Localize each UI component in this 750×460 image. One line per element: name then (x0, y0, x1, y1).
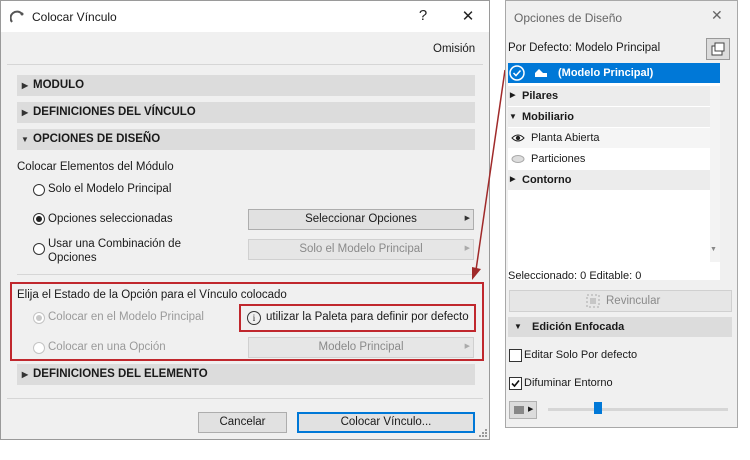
fade-swatch-icon (514, 406, 524, 414)
tree-row-label: Contorno (522, 174, 572, 186)
tree-row-label: (Modelo Principal) (558, 67, 654, 79)
scroll-down-icon[interactable]: ▼ (710, 246, 717, 253)
section-label: Edición Enfocada (532, 321, 625, 333)
palette-title: Opciones de Diseño (514, 11, 623, 25)
editar-solo-label[interactable]: Editar Solo Por defecto (524, 349, 637, 361)
expand-triangle-icon: ▶ (510, 176, 516, 183)
tree-row-mobiliario[interactable]: ▼ Mobiliario (508, 107, 720, 127)
tree-scrollbar[interactable] (710, 86, 720, 262)
collapse-triangle-icon: ▼ (509, 112, 517, 121)
layers-icon (711, 42, 725, 56)
tree-row-particiones[interactable]: Particiones (508, 149, 720, 169)
tree-row-contorno[interactable]: ▶ Contorno (508, 170, 720, 190)
fade-mode-dropdown[interactable]: ▶ (509, 401, 537, 419)
difuminar-label[interactable]: Difuminar Entorno (524, 377, 613, 389)
fade-slider-thumb[interactable] (594, 402, 603, 414)
selection-status: Seleccionado: 0 Editable: 0 (508, 270, 642, 282)
tree-row-planta-abierta[interactable]: Planta Abierta (508, 128, 720, 148)
check-circle-icon (509, 65, 525, 81)
eye-icon (511, 134, 525, 142)
tree-row-label: Particiones (531, 153, 586, 165)
section-edicion-enfocada[interactable]: ▼ Edición Enfocada (508, 317, 732, 337)
default-label: Por Defecto: Modelo Principal (508, 42, 661, 54)
eye-closed-icon (511, 155, 525, 163)
tree-row-label: Planta Abierta (531, 132, 600, 144)
collapse-triangle-icon: ▼ (514, 322, 522, 331)
palette-close-button[interactable]: ✕ (711, 7, 723, 24)
tree-row-label: Pilares (522, 90, 559, 102)
revincular-button[interactable]: Revincular (509, 290, 732, 312)
house-icon (535, 69, 547, 77)
editar-solo-checkbox[interactable] (509, 349, 522, 362)
difuminar-checkbox[interactable] (509, 377, 522, 390)
relink-icon (586, 294, 600, 308)
tree-row-label: Mobiliario (522, 111, 574, 123)
tree-row-modelo-principal[interactable]: (Modelo Principal) (508, 63, 720, 83)
button-label: Revincular (606, 295, 661, 307)
chevron-right-icon: ▶ (528, 406, 534, 413)
fade-slider-track[interactable] (548, 408, 728, 411)
set-default-button[interactable] (706, 38, 730, 60)
checkmark-icon (511, 379, 520, 388)
expand-triangle-icon: ▶ (510, 92, 516, 99)
tree-row-pilares[interactable]: ▶ Pilares (508, 86, 720, 106)
